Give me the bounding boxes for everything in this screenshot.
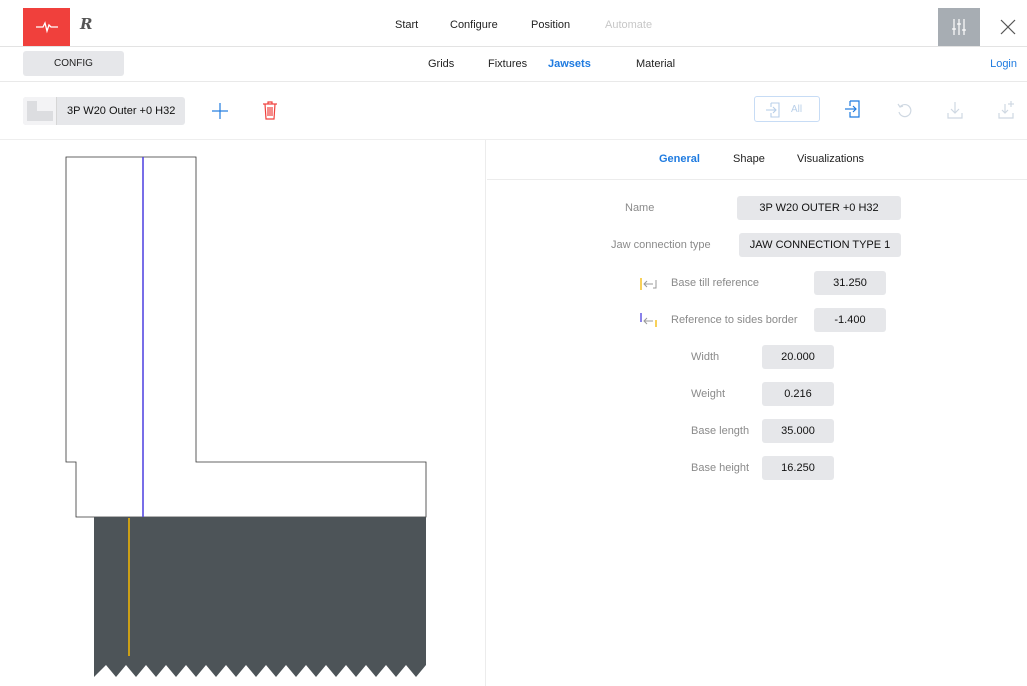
download-button[interactable] [944, 98, 966, 122]
brand-logo: R [80, 15, 93, 33]
base-reference-icon [640, 278, 657, 290]
name-field[interactable]: 3P W20 OUTER +0 H32 [737, 196, 901, 220]
jaw-outline [65, 156, 427, 518]
jawset-thumbnail [23, 97, 57, 125]
tab-grids[interactable]: Grids [428, 58, 454, 70]
tab-shape[interactable]: Shape [733, 153, 765, 165]
sliders-icon [952, 19, 966, 35]
width-field[interactable]: 20.000 [762, 345, 834, 369]
app-logo-button[interactable] [23, 8, 70, 46]
sub-nav: CONFIG Grids Fixtures Jawsets Material L… [0, 47, 1027, 82]
undo-icon [897, 103, 912, 118]
trash-icon [263, 101, 277, 120]
jawset-selector[interactable]: 3P W20 Outer +0 H32 [23, 97, 185, 125]
properties-tabs: General Shape Visualizations [487, 140, 1027, 180]
tab-fixtures[interactable]: Fixtures [488, 58, 527, 70]
base-height-label: Base height [691, 462, 750, 474]
reference-to-sides-label: Reference to sides border [671, 314, 798, 326]
reference-to-sides-field[interactable]: -1.400 [814, 308, 886, 332]
close-button[interactable] [994, 13, 1022, 41]
import-icon [845, 100, 860, 118]
tab-jawsets[interactable]: Jawsets [548, 58, 591, 70]
config-button[interactable]: CONFIG [23, 51, 124, 76]
weight-field[interactable]: 0.216 [762, 382, 834, 406]
tab-material[interactable]: Material [636, 58, 675, 70]
settings-button[interactable] [938, 8, 980, 46]
jaw-shape-drawing [65, 156, 427, 677]
nav-automate: Automate [605, 19, 653, 31]
download-add-icon [998, 101, 1014, 119]
properties-panel: General Shape Visualizations Name 3P W20… [487, 140, 1027, 686]
nav-position[interactable]: Position [531, 19, 570, 31]
base-till-reference-field[interactable]: 31.250 [814, 271, 886, 295]
import-all-label: All [791, 104, 803, 115]
base-length-label: Base length [691, 425, 750, 437]
connection-type-select[interactable]: JAW CONNECTION TYPE 1 [739, 233, 901, 257]
width-label: Width [691, 351, 720, 363]
import-button[interactable] [842, 97, 864, 121]
tab-general[interactable]: General [659, 153, 700, 165]
login-link[interactable]: Login [990, 58, 1017, 70]
undo-button[interactable] [894, 99, 916, 121]
download-icon [947, 102, 963, 119]
base-length-field[interactable]: 35.000 [762, 419, 834, 443]
jawset-name: 3P W20 Outer +0 H32 [67, 105, 176, 117]
name-label: Name [625, 202, 655, 214]
material-block [94, 517, 426, 677]
download-add-button[interactable] [995, 98, 1017, 122]
connection-type-label: Jaw connection type [611, 239, 711, 251]
close-icon [1000, 19, 1016, 35]
import-all-button[interactable]: All [754, 96, 820, 122]
base-height-field[interactable]: 16.250 [762, 456, 834, 480]
nav-configure[interactable]: Configure [450, 19, 498, 31]
tab-visualizations[interactable]: Visualizations [797, 153, 864, 165]
add-jawset-button[interactable] [209, 100, 231, 122]
sides-reference-icon [640, 313, 657, 327]
top-bar: R Start Configure Position Automate [0, 0, 1027, 47]
jaw-drawing-panel [0, 140, 486, 686]
nav-start[interactable]: Start [395, 19, 418, 31]
plus-icon [212, 103, 228, 119]
base-till-reference-label: Base till reference [671, 277, 760, 289]
jawset-toolbar: 3P W20 Outer +0 H32 All [0, 82, 1027, 140]
import-all-icon [766, 102, 780, 118]
delete-jawset-button[interactable] [260, 98, 280, 122]
weight-label: Weight [691, 388, 726, 400]
heartbeat-icon [35, 21, 58, 34]
